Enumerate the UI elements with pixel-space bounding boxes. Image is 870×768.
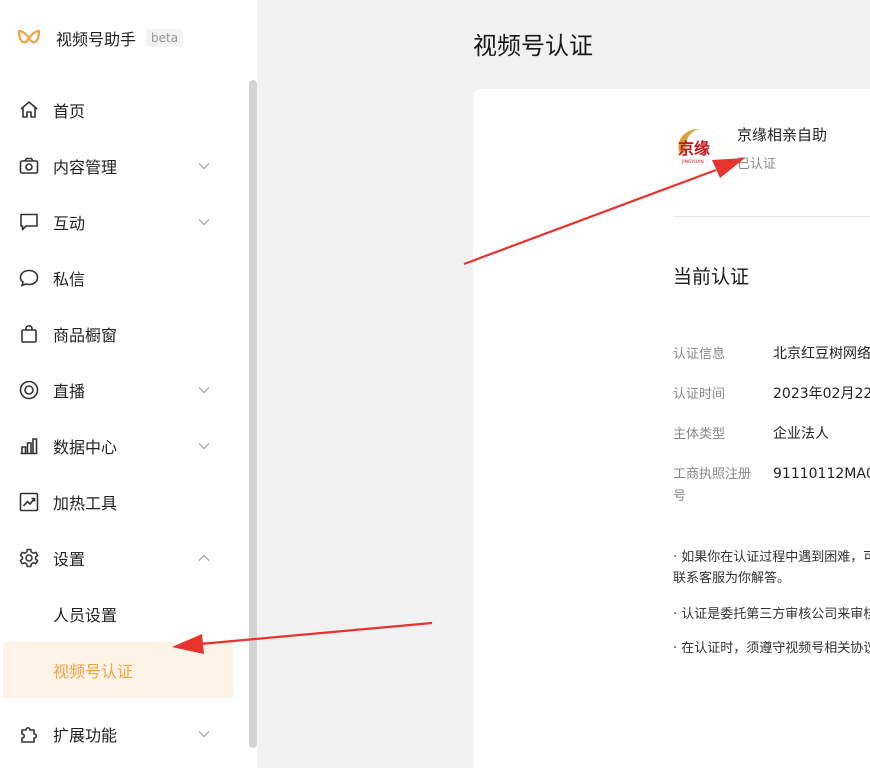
bar-chart-icon: [20, 438, 38, 455]
sidebar-item-label: 设置: [53, 550, 86, 569]
sidebar-item-label: 人员设置: [53, 606, 118, 625]
live-icon: [19, 380, 39, 400]
chevron-down-icon: [198, 219, 210, 226]
shopping-bag-icon: [21, 324, 37, 343]
sidebar-item-label: 加热工具: [53, 494, 118, 513]
info-value: 2023年02月22日: [773, 386, 870, 402]
sidebar-item-home[interactable]: 首页: [0, 82, 233, 138]
sidebar-item-label: 商品橱窗: [53, 326, 118, 345]
sidebar-item-messages[interactable]: 私信: [0, 250, 233, 306]
sidebar-item-live[interactable]: 直播: [0, 362, 233, 418]
sidebar-item-settings[interactable]: 设置: [0, 530, 233, 586]
account-name: 京缘相亲自助: [737, 126, 828, 144]
home-icon: [20, 101, 38, 118]
sidebar-item-interaction[interactable]: 互动: [0, 194, 233, 250]
divider: [673, 216, 870, 217]
account-status: 已认证: [737, 157, 777, 172]
comment-icon: [20, 213, 38, 231]
sidebar-item-extend[interactable]: 扩展功能: [0, 706, 233, 762]
sidebar-item-content[interactable]: 内容管理: [0, 138, 233, 194]
info-value: 企业法人: [773, 426, 829, 442]
sidebar-scrollbar[interactable]: [249, 80, 257, 748]
sidebar-item-label: 扩展功能: [53, 726, 118, 745]
logo-subtext: JINGYUAN: [681, 159, 704, 165]
brand-logo-icon: [17, 29, 41, 44]
sidebar-item-showcase[interactable]: 商品橱窗: [0, 306, 233, 362]
sidebar-subitem-verification[interactable]: 视频号认证: [3, 642, 233, 698]
chevron-up-icon: [198, 554, 210, 561]
sidebar-item-label: 内容管理: [53, 158, 118, 177]
chevron-down-icon: [198, 443, 210, 450]
chevron-down-icon: [198, 387, 210, 394]
logo-text: 京缘: [678, 139, 710, 158]
chevron-down-icon: [198, 731, 210, 738]
puzzle-icon: [21, 726, 38, 743]
chevron-down-icon: [198, 163, 210, 170]
sidebar-item-label: 私信: [53, 270, 86, 289]
info-value: 91110112MA0: [773, 466, 870, 482]
gear-icon: [19, 548, 39, 568]
sidebar-item-label: 视频号认证: [53, 662, 134, 681]
chat-bubble-icon: [19, 269, 39, 287]
info-label: 认证时间: [673, 387, 726, 402]
info-value: 北京红豆树网络: [773, 346, 870, 362]
brand-name: 视频号助手: [56, 30, 137, 49]
sidebar-item-label: 数据中心: [53, 438, 118, 457]
account-avatar: 京缘 JINGYUAN: [678, 128, 710, 165]
sidebar-item-label: 首页: [53, 102, 86, 121]
page-title: 视频号认证: [473, 32, 593, 60]
camera-icon: [19, 157, 39, 174]
info-label: 主体类型: [673, 427, 726, 442]
note-text: · 认证是委托第三方审核公司来审核: [673, 607, 870, 622]
note-text: · 在认证时，须遵守视频号相关协议: [673, 641, 870, 656]
sidebar-item-label: 互动: [53, 214, 86, 233]
sidebar: 视频号助手 beta 首页 内容管理 互动 私信 商品橱窗 直播 数据中心 加热…: [0, 0, 257, 768]
info-label: 工商执照注册号: [673, 467, 752, 504]
sidebar-item-label: 直播: [53, 382, 86, 401]
sidebar-subitem-staff[interactable]: 人员设置: [0, 586, 233, 642]
beta-badge: beta: [146, 29, 184, 47]
brand[interactable]: 视频号助手 beta: [16, 24, 184, 52]
sidebar-item-boost[interactable]: 加热工具: [0, 474, 233, 530]
section-title: 当前认证: [673, 266, 750, 288]
note-text: · 如果你在认证过程中遇到困难，可联系客服为你解答。: [673, 550, 870, 586]
trend-chart-icon: [19, 492, 39, 512]
sidebar-item-data[interactable]: 数据中心: [0, 418, 233, 474]
info-label: 认证信息: [673, 347, 726, 362]
